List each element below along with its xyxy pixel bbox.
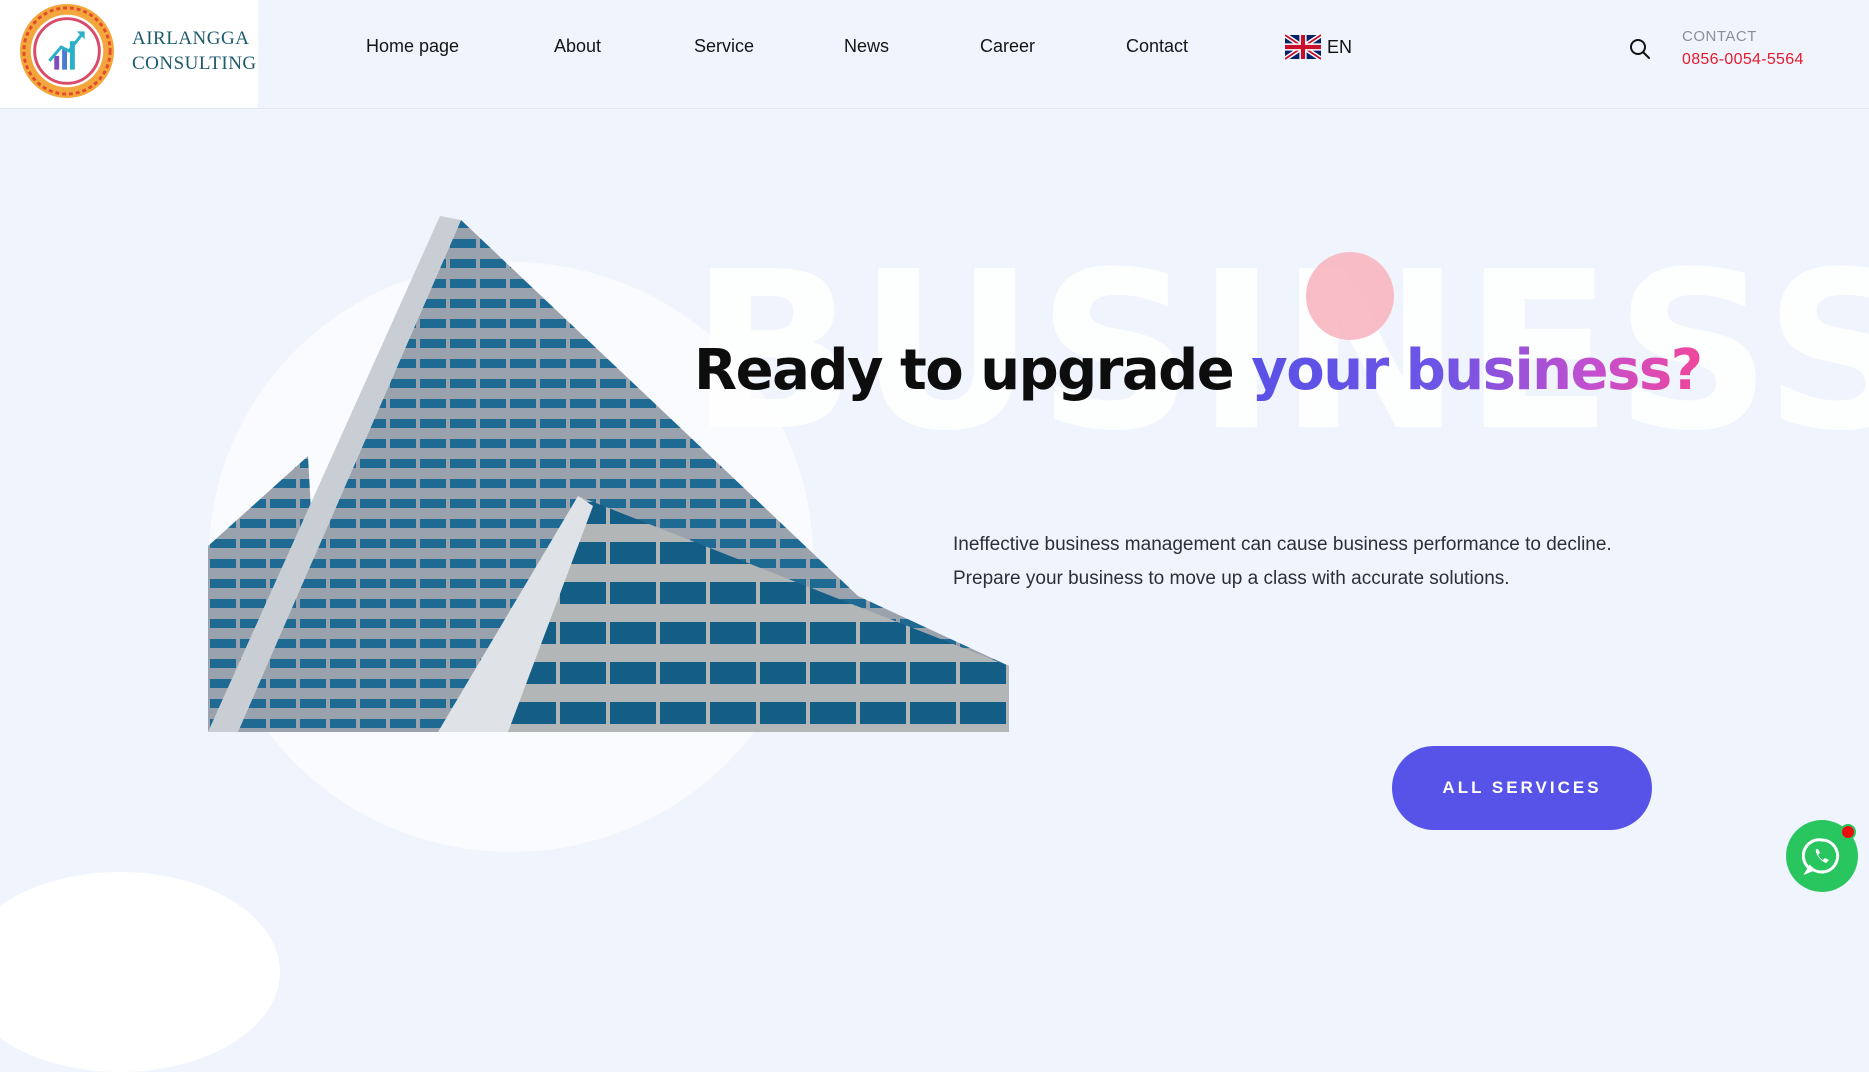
language-switcher[interactable]: EN	[1285, 34, 1352, 60]
brand-line1: AIRLANGGA	[132, 28, 250, 49]
logo[interactable]: AIRLANGGA CONSULTING	[0, 0, 258, 108]
nav-item-career[interactable]: Career	[980, 36, 1035, 57]
logo-text: AIRLANGGA CONSULTING	[132, 26, 257, 76]
whatsapp-button[interactable]	[1786, 820, 1858, 892]
site-header: AIRLANGGA CONSULTING Home page About Ser…	[0, 0, 1869, 109]
description-line1: Ineffective business management can caus…	[953, 534, 1612, 555]
search-icon[interactable]	[1628, 37, 1652, 61]
description-line2: Prepare your business to move up a class…	[953, 568, 1510, 589]
nav-item-home[interactable]: Home page	[366, 36, 459, 57]
contact-phone[interactable]: 0856-0054-5564	[1682, 51, 1804, 69]
hero-description: Ineffective business management can caus…	[953, 528, 1713, 596]
decorative-dot	[1306, 252, 1394, 340]
whatsapp-icon	[1802, 838, 1840, 876]
language-label: EN	[1327, 36, 1353, 57]
all-services-button[interactable]: ALL SERVICES	[1392, 746, 1652, 830]
nav-item-about[interactable]: About	[554, 36, 601, 57]
hero-headline: Ready to upgrade your business?	[694, 338, 1703, 403]
brand-line2: CONSULTING	[132, 53, 257, 74]
contact-label: CONTACT	[1682, 28, 1757, 45]
decorative-circle	[0, 872, 280, 1072]
nav-item-contact[interactable]: Contact	[1126, 36, 1188, 57]
nav-item-service[interactable]: Service	[694, 36, 754, 57]
headline-plain: Ready to upgrade	[694, 338, 1252, 403]
uk-flag-icon	[1285, 34, 1321, 60]
notification-dot	[1840, 824, 1856, 840]
headline-highlight: your business?	[1251, 338, 1703, 403]
logo-emblem-icon	[19, 3, 115, 99]
nav-item-news[interactable]: News	[844, 36, 889, 57]
